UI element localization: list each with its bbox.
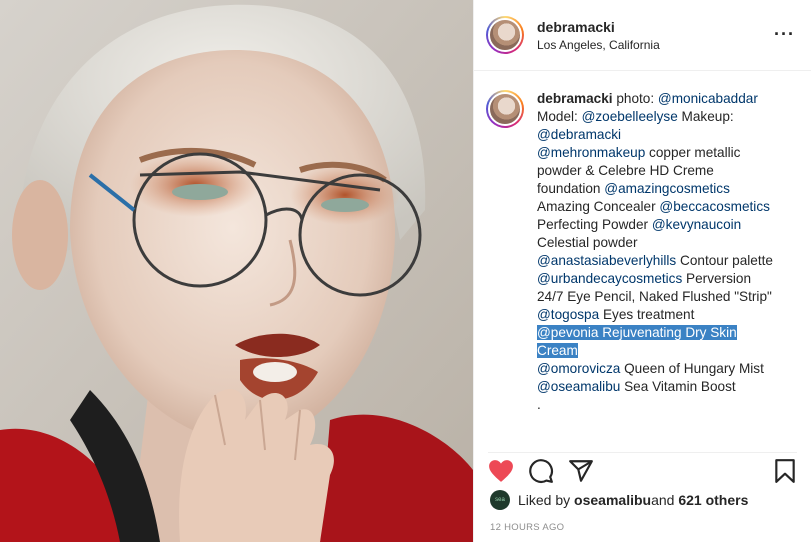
mention-link[interactable]: @mehronmakeup: [537, 145, 645, 160]
mention-link[interactable]: @oseamalibu: [537, 379, 620, 394]
portrait-image: [0, 0, 473, 542]
mention-link[interactable]: @urbandecaycosmetics: [537, 271, 682, 286]
author-username[interactable]: debramacki: [537, 19, 660, 35]
heart-filled-icon[interactable]: [488, 459, 514, 483]
mention-link[interactable]: @kevynaucoin: [652, 217, 741, 232]
post-sidebar: debramacki Los Angeles, California ··· d…: [473, 0, 811, 542]
header-text: debramacki Los Angeles, California: [537, 19, 660, 52]
share-icon[interactable]: [568, 458, 594, 484]
author-avatar[interactable]: [486, 16, 524, 54]
likes-prefix: Liked by: [518, 492, 571, 508]
caption-text-segment: Contour palette: [676, 253, 773, 268]
caption-avatar[interactable]: [486, 90, 524, 128]
post-photo[interactable]: [0, 0, 473, 542]
mention-link[interactable]: @zoebelleelyse: [582, 109, 678, 124]
avatar-image: [488, 18, 522, 52]
more-options-icon[interactable]: ···: [774, 24, 795, 45]
post-location[interactable]: Los Angeles, California: [537, 38, 660, 52]
caption-text-segment: Celestial powder: [537, 235, 638, 250]
avatar-image: [488, 92, 522, 126]
liker-avatar[interactable]: sea: [490, 490, 510, 510]
caption-section: debramacki photo: @monicabaddar Model: @…: [486, 90, 801, 440]
post-header: debramacki Los Angeles, California ···: [474, 0, 811, 71]
caption-text-segment: photo:: [612, 91, 658, 106]
mention-link[interactable]: @anastasiabeverlyhills: [537, 253, 676, 268]
action-row: [488, 458, 797, 484]
caption-text-segment: Makeup:: [677, 109, 734, 124]
caption-text-segment: Sea Vitamin Boost: [620, 379, 736, 394]
caption-username[interactable]: debramacki: [537, 91, 613, 106]
bookmark-icon[interactable]: [773, 458, 797, 484]
caption-text-segment: Model:: [537, 109, 582, 124]
mention-link[interactable]: @beccacosmetics: [659, 199, 770, 214]
highlighted-selection[interactable]: @pevonia Rejuvenating Dry Skin Cream: [537, 325, 737, 358]
caption-text-segment: .: [537, 397, 541, 412]
caption-text-segment: Amazing Concealer: [537, 199, 660, 214]
likes-middle: and: [651, 492, 675, 508]
likes-count[interactable]: 621 others: [678, 492, 748, 508]
mention-link[interactable]: @togospa: [537, 307, 599, 322]
post-timestamp[interactable]: 12 HOURS AGO: [490, 522, 564, 533]
action-bar: [488, 452, 797, 488]
caption-text: debramacki photo: @monicabaddar Model: @…: [537, 90, 777, 440]
mention-link[interactable]: @omorovicza: [537, 361, 620, 376]
likes-summary: sea Liked by oseamalibu and 621 others: [490, 490, 748, 510]
mention-link[interactable]: @monicabaddar: [658, 91, 758, 106]
comment-icon[interactable]: [528, 458, 554, 484]
caption-text-segment: Perfecting Powder: [537, 217, 652, 232]
caption-text-segment: Queen of Hungary Mist: [620, 361, 764, 376]
mention-link[interactable]: @debramacki: [537, 127, 621, 142]
instagram-post: debramacki Los Angeles, California ··· d…: [0, 0, 811, 542]
caption-text-segment: Eyes treatment: [599, 307, 695, 322]
mention-link[interactable]: @amazingcosmetics: [604, 181, 730, 196]
liker-username[interactable]: oseamalibu: [574, 492, 651, 508]
